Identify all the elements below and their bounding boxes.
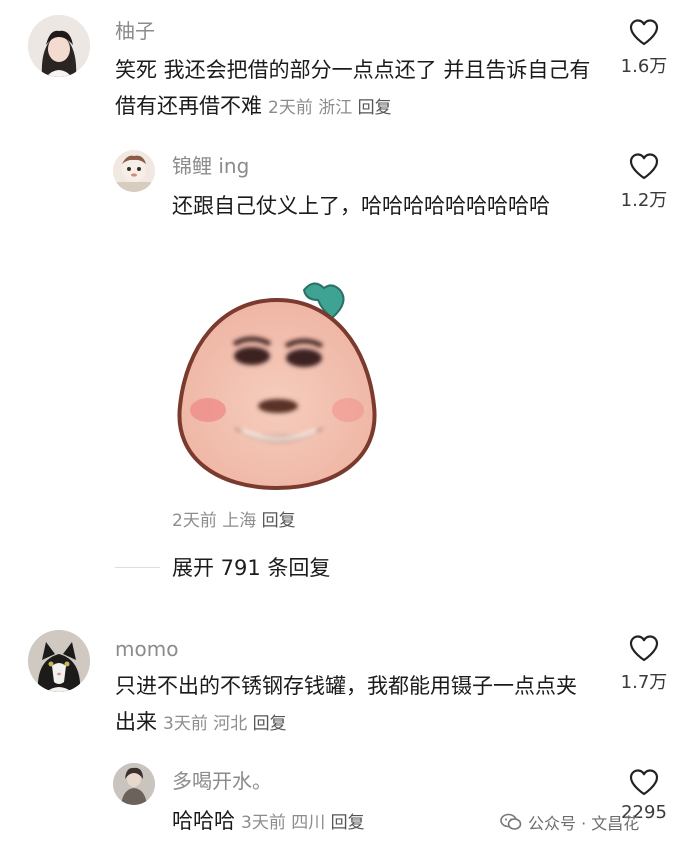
reply-text: 还跟自己仗义上了，哈哈哈哈哈哈哈哈哈	[172, 194, 550, 218]
reply-button[interactable]: 回复	[253, 714, 287, 734]
comment-time: 3天前	[163, 714, 208, 734]
watermark-text: 公众号 · 文昌花	[528, 814, 640, 833]
reply-meta: 2天前 上海 回复	[172, 506, 296, 531]
peach-meme-sticker[interactable]	[172, 278, 382, 493]
comment-username[interactable]: 柚子	[115, 18, 155, 44]
reply-button[interactable]: 回复	[358, 98, 392, 118]
avatar-cartoon-image	[113, 150, 155, 192]
comment-text: 笑死 我还会把借的部分一点点还了 并且告诉自己有借有还再借不难 2天前 浙江 回复	[115, 52, 595, 126]
avatar[interactable]	[28, 15, 90, 77]
comment-username[interactable]: momo	[115, 636, 178, 662]
avatar[interactable]	[28, 630, 90, 692]
comment-location: 河北	[213, 714, 248, 734]
reply-time: 2天前	[172, 511, 217, 531]
reply-username[interactable]: 锦鲤 ing	[172, 153, 249, 179]
expand-replies-label: 展开 791 条回复	[172, 556, 331, 580]
like-count: 1.2万	[620, 190, 668, 211]
like-count: 1.6万	[620, 56, 668, 77]
reply-button[interactable]: 回复	[331, 813, 365, 833]
wechat-icon	[500, 813, 522, 830]
avatar-person-image	[113, 763, 155, 805]
avatar[interactable]	[113, 763, 155, 805]
heart-icon[interactable]	[629, 18, 659, 46]
reply-username[interactable]: 多喝开水。	[172, 768, 272, 794]
like-group: 1.6万	[614, 18, 674, 78]
reply-location: 上海	[222, 511, 257, 531]
comment-time: 2天前	[268, 98, 313, 118]
heart-icon[interactable]	[629, 634, 659, 662]
avatar-cat-image	[28, 630, 90, 692]
divider	[115, 566, 160, 568]
reply-button[interactable]: 回复	[262, 511, 296, 531]
avatar[interactable]	[113, 150, 155, 192]
peach-face-image	[177, 282, 377, 491]
watermark: 公众号 · 文昌花	[500, 810, 639, 834]
reply-body: 哈哈哈	[172, 809, 235, 833]
comment-meta: 2天前 浙江 回复	[268, 98, 392, 118]
comment-text: 只进不出的不锈钢存钱罐，我都能用镊子一点点夹出来 3天前 河北 回复	[115, 668, 595, 742]
like-count: 1.7万	[620, 672, 668, 693]
expand-replies-button[interactable]: 展开 791 条回复	[115, 552, 330, 582]
reply-time: 3天前	[241, 813, 286, 833]
like-group: 1.7万	[614, 634, 674, 694]
like-group: 1.2万	[614, 152, 674, 212]
reply-location: 四川	[291, 813, 326, 833]
heart-icon[interactable]	[629, 152, 659, 180]
avatar-girl-image	[28, 15, 90, 77]
reply-meta: 3天前 四川 回复	[241, 813, 365, 833]
heart-icon[interactable]	[629, 768, 659, 796]
comment-location: 浙江	[318, 98, 353, 118]
comment-meta: 3天前 河北 回复	[163, 714, 287, 734]
